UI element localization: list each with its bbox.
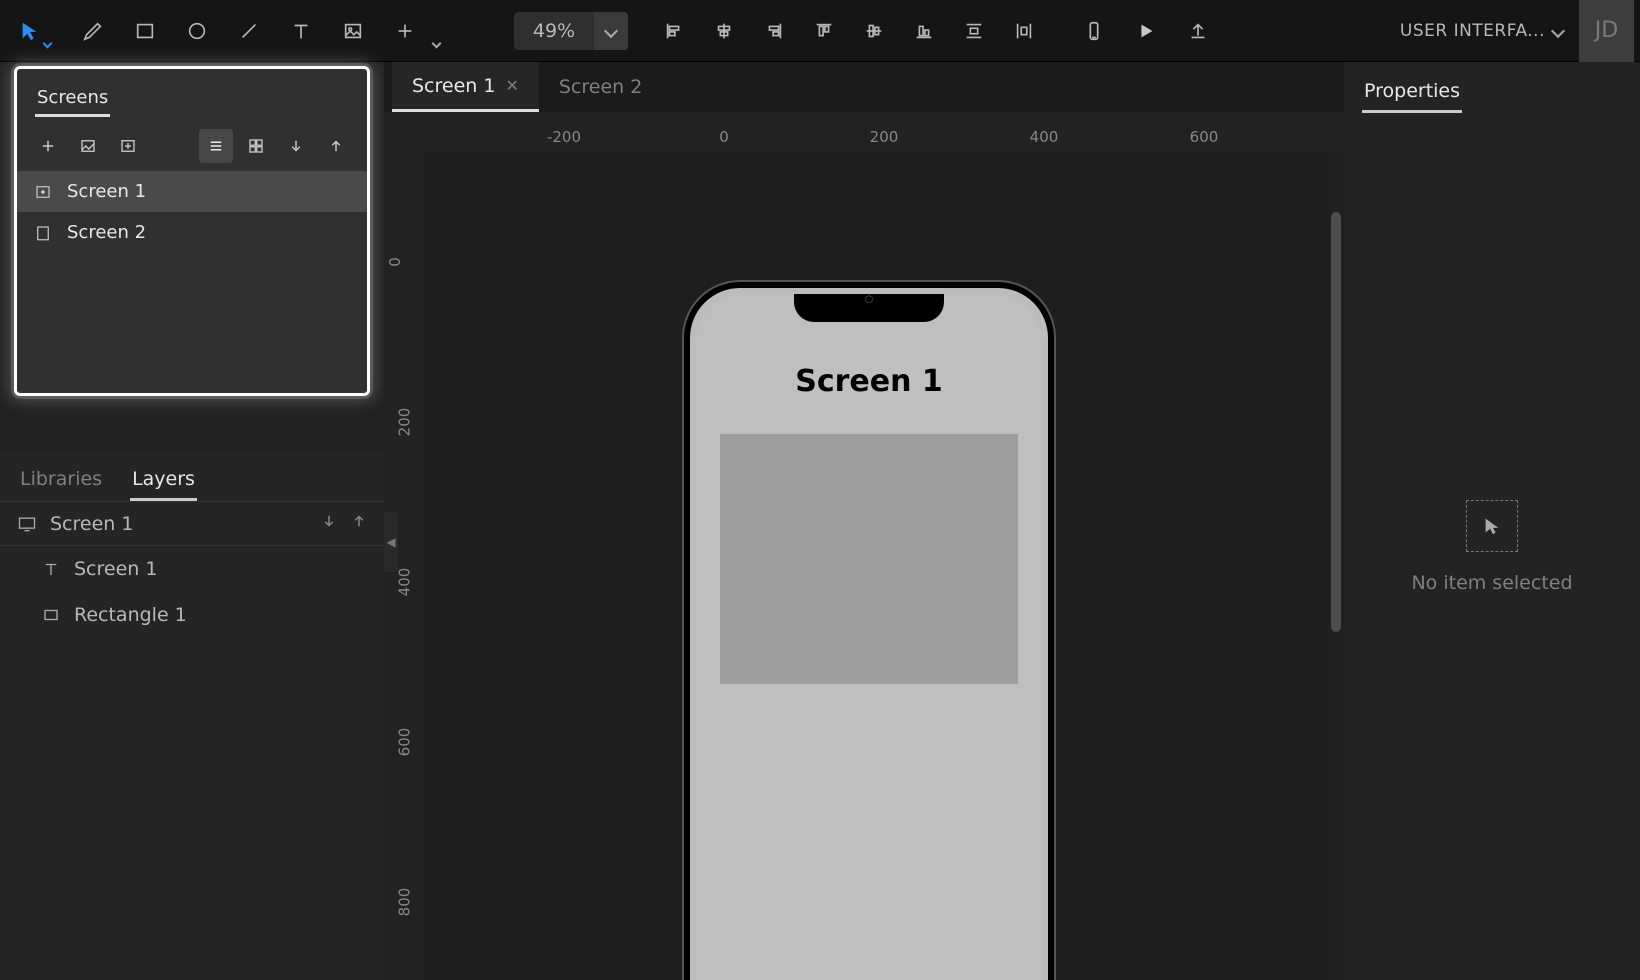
align-center-h[interactable] (700, 7, 748, 55)
rectangle-1-object[interactable] (720, 434, 1018, 684)
home-screen-icon (33, 182, 53, 202)
distribute-h[interactable] (1000, 7, 1048, 55)
device-notch (794, 294, 944, 322)
screen-item-1[interactable]: Screen 1 (17, 171, 367, 212)
document-name[interactable]: USER INTERFA... (1400, 21, 1563, 41)
ruler-corner (384, 112, 424, 152)
layer-move-down[interactable] (320, 512, 338, 535)
chevron-down-icon (1551, 23, 1565, 37)
tab-layers[interactable]: Layers (130, 460, 197, 501)
zoom-dropdown[interactable] (594, 12, 628, 50)
move-down-button[interactable] (279, 129, 313, 163)
properties-panel: Properties No item selected (1344, 62, 1640, 980)
left-sidebar: Screens Screen 1 Screen 2 (0, 62, 384, 980)
add-tool-dropdown[interactable] (433, 32, 440, 51)
grid-view-button[interactable] (239, 129, 273, 163)
text-icon (40, 558, 62, 580)
tab-properties[interactable]: Properties (1362, 72, 1462, 113)
layer-item-text[interactable]: Screen 1 (0, 546, 384, 592)
rectangle-icon (40, 604, 62, 626)
collapse-left-panel[interactable]: ◀ (384, 512, 398, 572)
image-tool[interactable] (329, 7, 377, 55)
add-image-screen-button[interactable] (71, 129, 105, 163)
screens-panel: Screens Screen 1 Screen 2 (14, 66, 370, 396)
import-screen-button[interactable] (111, 129, 145, 163)
ruler-horizontal: -200 0 200 400 600 (424, 112, 1344, 152)
device-frame[interactable]: Screen 1 428 x 926 (684, 282, 1054, 980)
distribute-v[interactable] (950, 7, 998, 55)
doc-tab-screen2[interactable]: Screen 2 (539, 62, 662, 112)
screen-icon (33, 223, 53, 243)
align-group (650, 7, 1048, 55)
user-avatar[interactable]: JD (1579, 0, 1634, 62)
text-tool[interactable] (277, 7, 325, 55)
doc-tab-label: Screen 2 (559, 76, 642, 98)
document-tabs: Screen 1 ✕ Screen 2 (384, 62, 1344, 112)
layer-item-label: Rectangle 1 (74, 604, 187, 626)
ellipse-tool[interactable] (173, 7, 221, 55)
layers-panel: Libraries Layers Screen 1 Screen 1 Recta… (0, 450, 384, 980)
select-tool-dropdown[interactable] (44, 32, 51, 51)
top-toolbar: 49% USER INTERFA... JD (0, 0, 1640, 62)
layer-root-screen[interactable]: Screen 1 (0, 501, 384, 546)
line-tool[interactable] (225, 7, 273, 55)
screen-icon (16, 513, 38, 535)
align-left[interactable] (650, 7, 698, 55)
add-screen-button[interactable] (31, 129, 65, 163)
export-button[interactable] (1174, 7, 1222, 55)
add-tool[interactable] (381, 7, 429, 55)
screen-item-2[interactable]: Screen 2 (17, 212, 367, 253)
screen-item-label: Screen 2 (67, 222, 146, 243)
move-up-button[interactable] (319, 129, 353, 163)
zoom-control: 49% (514, 12, 628, 50)
align-top[interactable] (800, 7, 848, 55)
align-bottom[interactable] (900, 7, 948, 55)
screens-panel-title[interactable]: Screens (35, 81, 110, 117)
zoom-value[interactable]: 49% (514, 20, 594, 42)
doc-tab-label: Screen 1 (412, 75, 495, 97)
close-icon[interactable]: ✕ (505, 76, 518, 95)
screen-title-text[interactable]: Screen 1 (696, 364, 1042, 399)
doc-tab-screen1[interactable]: Screen 1 ✕ (392, 62, 539, 112)
no-selection-message: No item selected (1411, 572, 1572, 594)
screens-list: Screen 1 Screen 2 (17, 171, 367, 393)
device-preview[interactable] (1070, 7, 1118, 55)
tab-libraries[interactable]: Libraries (18, 460, 104, 501)
screen-item-label: Screen 1 (67, 181, 146, 202)
layer-item-label: Screen 1 (74, 558, 157, 580)
no-selection-icon (1466, 500, 1518, 552)
pen-tool[interactable] (69, 7, 117, 55)
document-name-label: USER INTERFA... (1400, 21, 1545, 41)
canvas[interactable]: -200 0 200 400 600 0 200 400 600 800 Scr… (384, 112, 1344, 980)
layer-move-up[interactable] (350, 512, 368, 535)
canvas-area: Screen 1 ✕ Screen 2 -200 0 200 400 600 0… (384, 62, 1344, 980)
align-middle-v[interactable] (850, 7, 898, 55)
layer-item-rectangle[interactable]: Rectangle 1 (0, 592, 384, 638)
play-button[interactable] (1122, 7, 1170, 55)
list-view-button[interactable] (199, 129, 233, 163)
vertical-scrollbar[interactable] (1328, 152, 1344, 980)
align-right[interactable] (750, 7, 798, 55)
layer-root-label: Screen 1 (50, 513, 133, 535)
rectangle-tool[interactable] (121, 7, 169, 55)
